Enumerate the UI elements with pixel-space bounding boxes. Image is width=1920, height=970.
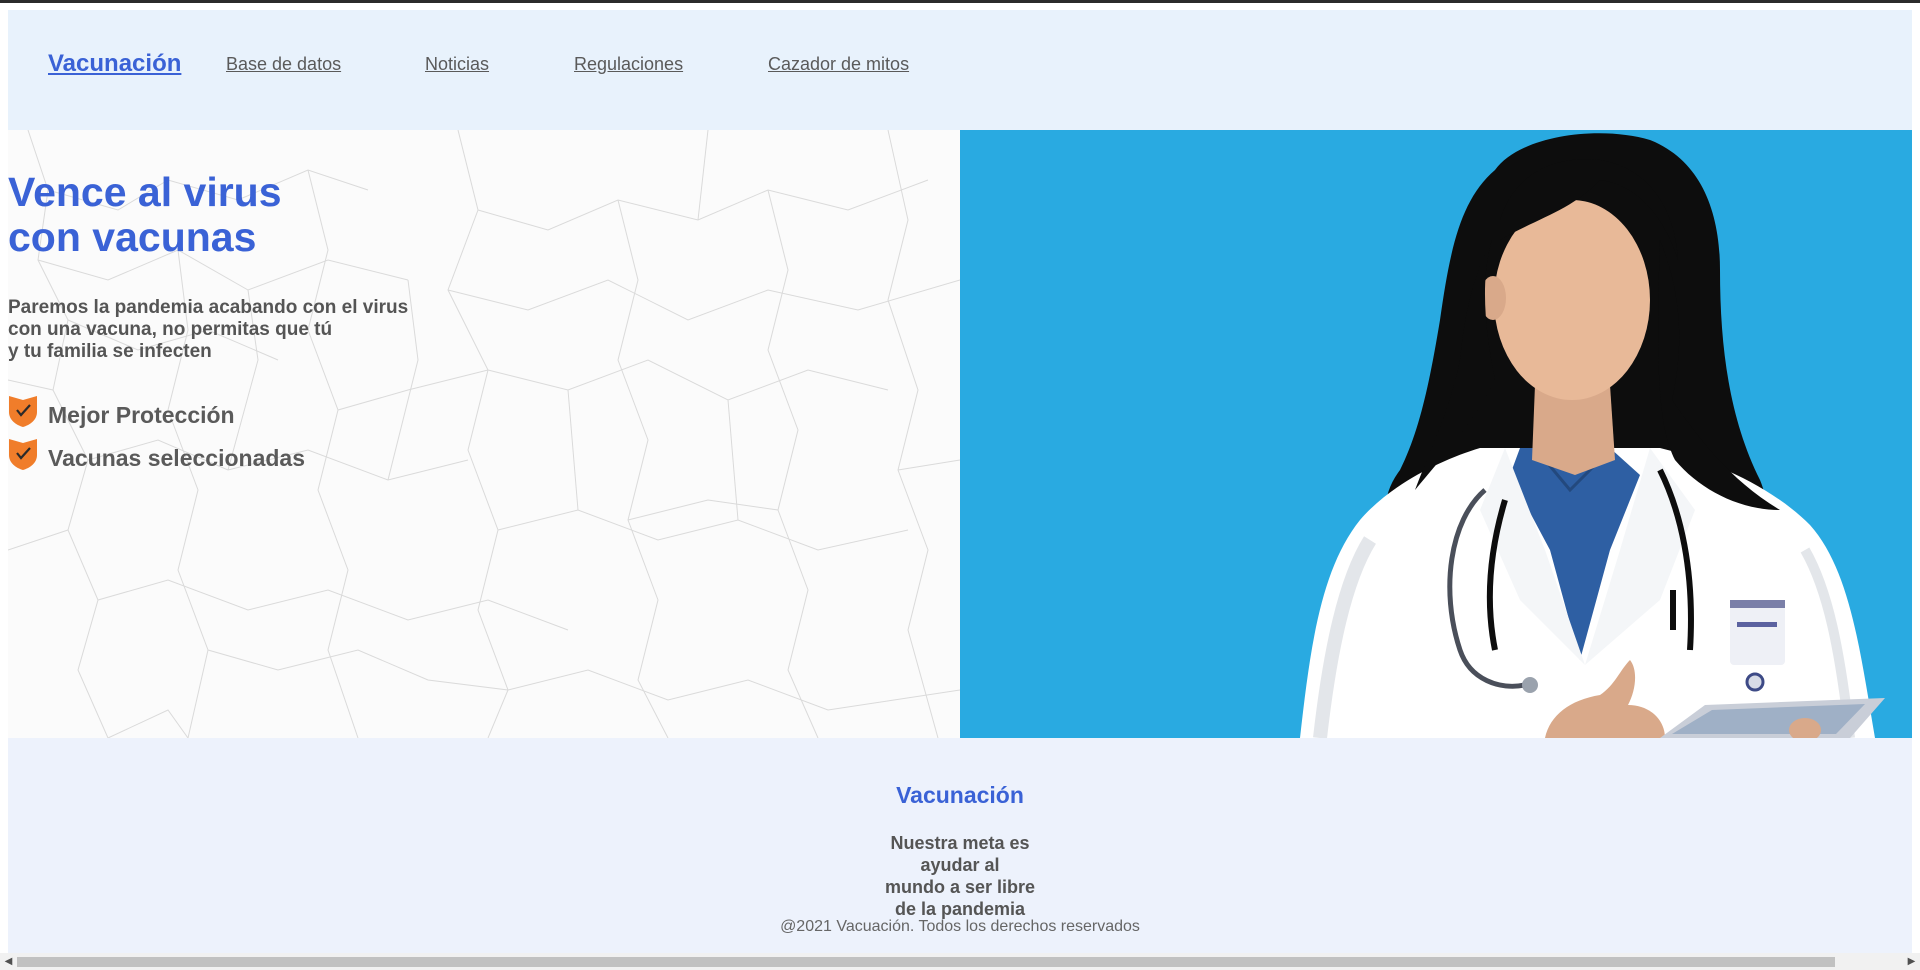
footer-mission: Nuestra meta es ayudar al mundo a ser li… bbox=[860, 832, 1060, 920]
footer-copyright: @2021 Vacuación. Todos los derechos rese… bbox=[780, 918, 1140, 935]
hero-title-line1: Vence al virus bbox=[8, 169, 282, 215]
window-top-border bbox=[0, 0, 1920, 3]
doctor-illustration-svg bbox=[1300, 133, 1885, 738]
nav-link-noticias[interactable]: Noticias bbox=[425, 54, 489, 75]
footer-mission-line2: mundo a ser libre bbox=[884, 877, 1036, 897]
feature-label: Mejor Protección bbox=[48, 402, 235, 428]
hero-description-line2: con una vacuna, no permitas que tú bbox=[8, 319, 333, 340]
site-footer: Vacunación Nuestra meta es ayudar al mun… bbox=[8, 738, 1912, 963]
nav-link-regulaciones[interactable]: Regulaciones bbox=[574, 54, 683, 75]
hero-title-line2: con vacunas bbox=[8, 214, 257, 260]
footer-mission-line3: de la pandemia bbox=[894, 899, 1026, 919]
scroll-right-arrow-icon[interactable]: ▶ bbox=[1903, 953, 1920, 970]
footer-brand: Vacunación bbox=[896, 782, 1024, 808]
brand-link[interactable]: Vacunación bbox=[48, 50, 181, 78]
hero-section: Vence al virus con vacunas Paremos la pa… bbox=[8, 130, 1912, 738]
scrollbar-thumb[interactable] bbox=[17, 957, 1835, 967]
feature-label: Vacunas seleccionadas bbox=[48, 445, 305, 471]
hero-description-line3: y tu familia se infecten bbox=[8, 341, 212, 362]
footer-mission-line1: Nuestra meta es ayudar al bbox=[890, 833, 1030, 875]
scroll-left-arrow-icon[interactable]: ◀ bbox=[0, 953, 17, 970]
hero-title: Vence al virus con vacunas bbox=[8, 170, 282, 260]
hero-description-line1: Paremos la pandemia acabando con el viru… bbox=[8, 297, 409, 318]
horizontal-scrollbar[interactable]: ◀ ▶ bbox=[0, 953, 1920, 970]
nav-link-cazador-de-mitos[interactable]: Cazador de mitos bbox=[768, 54, 909, 75]
hero-text-panel: Vence al virus con vacunas Paremos la pa… bbox=[8, 130, 960, 738]
shield-check-icon bbox=[9, 396, 37, 427]
doctor-illustration bbox=[960, 130, 1912, 738]
nav-link-base-de-datos[interactable]: Base de datos bbox=[226, 54, 341, 75]
hero-description: Paremos la pandemia acabando con el viru… bbox=[8, 297, 448, 363]
site-header: Vacunación Base de datos Noticias Regula… bbox=[8, 10, 1912, 130]
shield-check-icon bbox=[9, 439, 37, 470]
